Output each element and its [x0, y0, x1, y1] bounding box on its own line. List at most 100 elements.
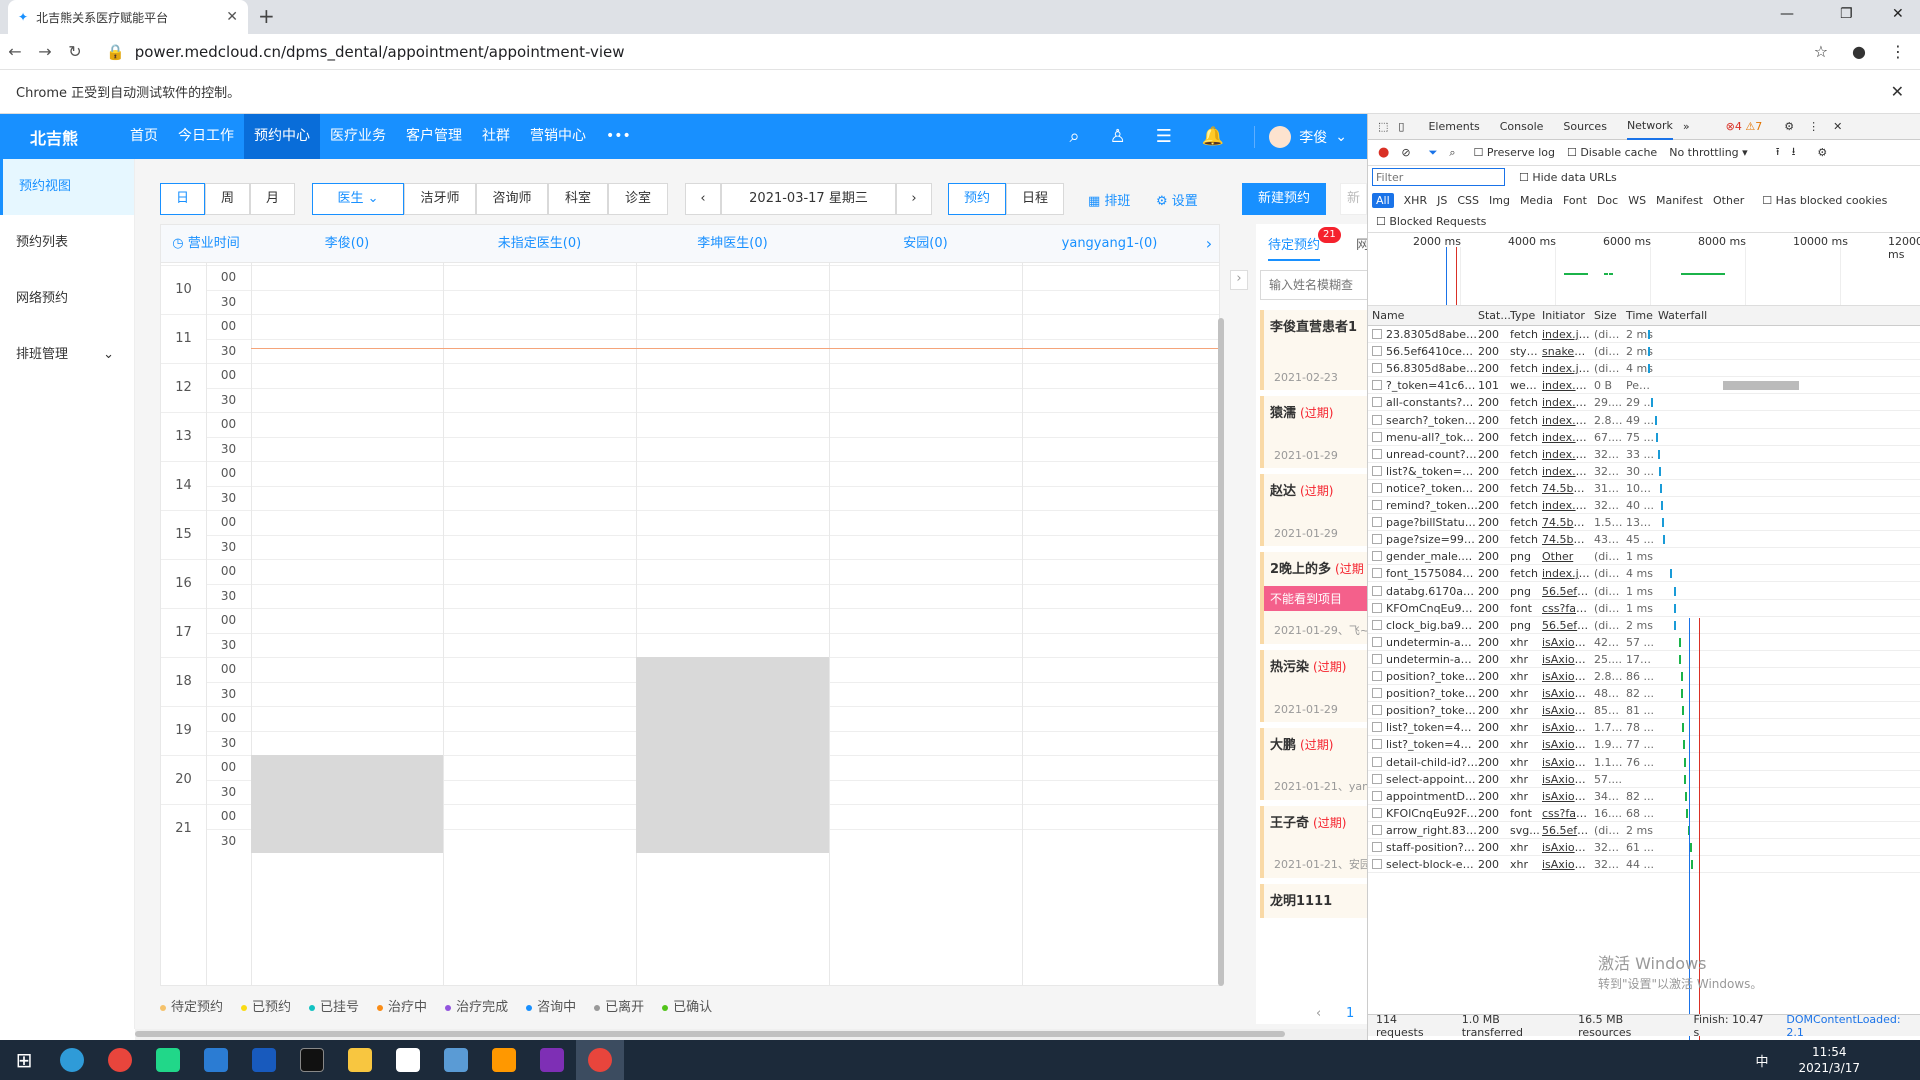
request-initiator[interactable]: index.js:82	[1542, 565, 1590, 581]
doctor-column-slots[interactable]	[829, 263, 1021, 985]
request-initiator[interactable]: isAxiosE...	[1542, 754, 1590, 770]
role-doctor-select[interactable]: 医生 ⌄	[312, 183, 404, 215]
network-row[interactable]: position?_token=...200 xhr isAxiosE... 855 …	[1368, 702, 1920, 720]
column-header[interactable]: Name	[1372, 309, 1404, 322]
search-icon[interactable]	[48, 1040, 96, 1080]
page-hscroll[interactable]	[135, 1029, 1367, 1040]
pending-card[interactable]: 龙明1111	[1260, 884, 1367, 918]
type-filter-img[interactable]: Img	[1489, 194, 1510, 207]
address-bar[interactable]: 🔒 power.medcloud.cn/dpms_dental/appointme…	[106, 43, 625, 61]
request-initiator[interactable]: isAxiosE...	[1542, 651, 1590, 667]
request-initiator[interactable]: isAxiosE...	[1542, 719, 1590, 735]
message-icon[interactable]: ☰	[1156, 126, 1172, 147]
network-row[interactable]: undetermin-appo...200 xhr isAxiosE... 429 B…	[1368, 634, 1920, 651]
patient-search-input[interactable]	[1260, 270, 1367, 300]
network-row[interactable]: 56.5ef6410ce928...200 styl...snakeCa... (d…	[1368, 343, 1920, 361]
person-icon[interactable]: ♙	[1110, 126, 1126, 147]
ime-indicator[interactable]: 中	[1755, 1051, 1768, 1070]
settings-link[interactable]: ⚙ 设置	[1156, 190, 1198, 209]
doctor-column-slots[interactable]	[636, 263, 828, 985]
network-row[interactable]: search?_token=4...200 fetch index.ed... 2.8…	[1368, 412, 1920, 429]
type-filter-ws[interactable]: WS	[1628, 194, 1646, 207]
network-row[interactable]: font_1575084_4h...200 fetch index.js:82 (di…	[1368, 565, 1920, 583]
nav-today-work[interactable]: 今日工作	[168, 114, 244, 159]
tab-elements[interactable]: Elements	[1428, 120, 1479, 133]
search-icon[interactable]: ⌕	[1449, 146, 1455, 160]
schedule-link[interactable]: ▦ 排班	[1088, 190, 1130, 209]
hide-data-urls-checkbox[interactable]: ☐ Hide data URLs	[1519, 171, 1617, 184]
doctor-column-header[interactable]: yangyang1-(0)	[1022, 225, 1197, 263]
more-tabs-icon[interactable]: »	[1683, 120, 1690, 133]
preserve-log-checkbox[interactable]: ☐ Preserve log	[1474, 146, 1555, 159]
user-menu[interactable]: 李俊 ⌄	[1254, 125, 1347, 148]
doctor-column-header[interactable]: 未指定医生(0)	[443, 225, 636, 263]
new-appointment-button[interactable]: 新建预约	[1242, 183, 1326, 215]
new-tab-icon[interactable]: +	[258, 4, 275, 28]
network-row[interactable]: 23.8305d8abeb0...200 fetch index.js:82 (dis…	[1368, 326, 1920, 343]
request-initiator[interactable]: css?fami...	[1542, 805, 1590, 821]
page-number[interactable]: 1	[1346, 1006, 1354, 1021]
remote-desktop-icon[interactable]	[432, 1040, 480, 1080]
view-week-button[interactable]: 周	[205, 183, 250, 215]
doctor-column-header[interactable]: 安园(0)	[829, 225, 1022, 263]
request-initiator[interactable]: isAxiosE...	[1542, 634, 1590, 650]
view-month-button[interactable]: 月	[250, 183, 295, 215]
network-row[interactable]: appointmentDayS...200 xhr isAxiosE... 343 B…	[1368, 788, 1920, 805]
request-initiator[interactable]: index.ed...	[1542, 394, 1590, 410]
pending-card[interactable]: 大鹏 (过期) 2021-01-21、yan	[1260, 728, 1367, 800]
tab-online[interactable]: 网	[1356, 234, 1367, 253]
forward-icon[interactable]: →	[30, 42, 60, 61]
has-blocked-cookies-checkbox[interactable]: ☐ Has blocked cookies	[1762, 194, 1887, 207]
taskbar-clock[interactable]: 11:54 2021/3/17	[1798, 1044, 1920, 1076]
request-initiator[interactable]: index.ed...	[1542, 377, 1590, 393]
network-row[interactable]: page?billStatus=1...200 fetch 74.5be.js:1 1…	[1368, 514, 1920, 532]
network-row[interactable]: list?_token=41c6...200 xhr isAxiosE... 1.9 …	[1368, 736, 1920, 754]
close-tab-icon[interactable]: ✕	[226, 9, 238, 25]
role-room-button[interactable]: 诊室	[608, 183, 668, 215]
type-filter-media[interactable]: Media	[1520, 194, 1553, 207]
gear-icon[interactable]: ⚙	[1817, 146, 1827, 159]
request-initiator[interactable]: index.ed...	[1542, 463, 1590, 479]
windows-start-icon[interactable]: ⊞	[0, 1040, 48, 1080]
request-initiator[interactable]: index.js:82	[1542, 326, 1590, 342]
network-row[interactable]: select-appointme...200 xhr isAxiosE... 57..…	[1368, 771, 1920, 788]
bookmark-star-icon[interactable]: ☆	[1814, 42, 1828, 61]
network-row[interactable]: 56.8305d8abeb6f...200 fetch index.js:82 (di…	[1368, 360, 1920, 378]
network-row[interactable]: page?size=999&c...200 fetch 74.5be.js:1 430…	[1368, 531, 1920, 549]
type-filter-xhr[interactable]: XHR	[1404, 194, 1427, 207]
nav-customer[interactable]: 客户管理	[396, 114, 472, 159]
type-filter-font[interactable]: Font	[1563, 194, 1587, 207]
pycharm-icon[interactable]	[144, 1040, 192, 1080]
reload-icon[interactable]: ↻	[60, 42, 90, 61]
import-icon[interactable]: ⭱	[1776, 143, 1780, 162]
column-header[interactable]: Size	[1594, 309, 1617, 322]
doctor-column-header[interactable]: 李坤医生(0)	[636, 225, 829, 263]
doctor-column-slots[interactable]	[443, 263, 635, 985]
request-initiator[interactable]: 56.5ef64...	[1542, 822, 1590, 838]
role-hygienist-button[interactable]: 洁牙师	[404, 183, 476, 215]
role-consultant-button[interactable]: 咨询师	[476, 183, 548, 215]
type-filter-doc[interactable]: Doc	[1597, 194, 1618, 207]
role-department-button[interactable]: 科室	[548, 183, 608, 215]
pending-card[interactable]: 赵达 (过期) 2021-01-29	[1260, 474, 1367, 546]
column-header[interactable]: Waterfall	[1658, 309, 1707, 322]
chrome-icon[interactable]	[96, 1040, 144, 1080]
request-initiator[interactable]: index.ed...	[1542, 412, 1590, 428]
doctor-column-header[interactable]: 李俊(0)	[251, 225, 443, 263]
gear-icon[interactable]: ⚙	[1784, 120, 1794, 133]
mode-appointment-button[interactable]: 预约	[948, 183, 1006, 215]
request-initiator[interactable]: isAxiosE...	[1542, 771, 1590, 787]
request-initiator[interactable]: index.ed...	[1542, 429, 1590, 445]
prev-page-icon[interactable]: ‹	[1316, 1006, 1321, 1021]
request-initiator[interactable]: isAxiosE...	[1542, 839, 1590, 855]
network-row[interactable]: remind?_token=4...200 fetch index.ed... 322…	[1368, 497, 1920, 514]
doctor-column-slots[interactable]	[1022, 263, 1197, 985]
record-icon[interactable]: ●	[1378, 145, 1389, 160]
network-row[interactable]: gender_male.png 200 png Other (dis... 1 ms	[1368, 548, 1920, 566]
column-header[interactable]: Initiator	[1542, 309, 1585, 322]
network-row[interactable]: undetermin-appo...200 xhr isAxiosE... 25...…	[1368, 651, 1920, 668]
network-row[interactable]: staff-position?_to...200 xhr isAxiosE... 32…	[1368, 839, 1920, 856]
app-icon[interactable]	[192, 1040, 240, 1080]
request-initiator[interactable]: isAxiosE...	[1542, 856, 1590, 872]
network-row[interactable]: select-block-even...200 xhr isAxiosE... 326…	[1368, 856, 1920, 874]
